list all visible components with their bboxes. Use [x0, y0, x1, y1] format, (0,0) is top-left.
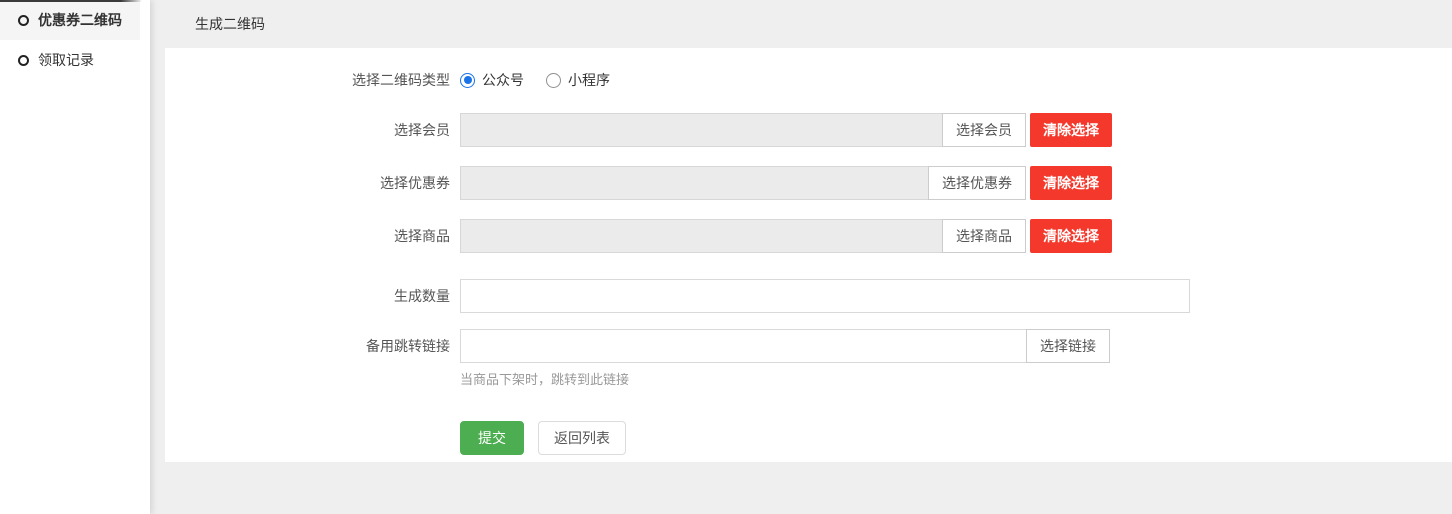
sidebar-item-coupon-qrcode[interactable]: 优惠券二维码 — [0, 0, 140, 40]
qr-type-radio-group: 公众号 小程序 — [460, 70, 632, 90]
radio-label: 公众号 — [482, 70, 524, 90]
radio-official-account[interactable]: 公众号 — [460, 70, 524, 90]
member-input — [460, 113, 943, 147]
member-label: 选择会员 — [165, 120, 460, 140]
form-card: 选择二维码类型 公众号 小程序 选择会员 选择会员 清除选择 — [165, 48, 1452, 462]
product-input — [460, 219, 943, 253]
select-coupon-button[interactable]: 选择优惠券 — [928, 166, 1026, 200]
fallback-link-hint: 当商品下架时，跳转到此链接 — [460, 369, 1452, 388]
select-product-button[interactable]: 选择商品 — [942, 219, 1026, 253]
sidebar-item-claim-records[interactable]: 领取记录 — [0, 40, 150, 80]
circle-icon — [18, 55, 29, 66]
submit-button[interactable]: 提交 — [460, 421, 524, 455]
row-select-coupon: 选择优惠券 选择优惠券 清除选择 — [165, 166, 1452, 200]
sidebar: 优惠券二维码 领取记录 — [0, 0, 150, 514]
qr-type-label: 选择二维码类型 — [165, 70, 460, 90]
row-fallback-link: 备用跳转链接 选择链接 — [165, 329, 1452, 363]
coupon-input — [460, 166, 929, 200]
clear-member-button[interactable]: 清除选择 — [1030, 113, 1112, 147]
row-actions: 提交 返回列表 — [460, 421, 1452, 455]
select-member-button[interactable]: 选择会员 — [942, 113, 1026, 147]
circle-icon — [18, 15, 29, 26]
clear-coupon-button[interactable]: 清除选择 — [1030, 166, 1112, 200]
row-select-product: 选择商品 选择商品 清除选择 — [165, 219, 1452, 253]
back-to-list-button[interactable]: 返回列表 — [538, 421, 626, 455]
radio-label: 小程序 — [568, 70, 610, 90]
page-title: 生成二维码 — [150, 0, 1452, 48]
sidebar-top-border — [0, 0, 142, 2]
fallback-link-label: 备用跳转链接 — [165, 336, 460, 356]
clear-product-button[interactable]: 清除选择 — [1030, 219, 1112, 253]
row-select-member: 选择会员 选择会员 清除选择 — [165, 113, 1452, 147]
radio-icon[interactable] — [460, 73, 475, 88]
product-label: 选择商品 — [165, 226, 460, 246]
sidebar-item-label: 领取记录 — [38, 50, 94, 70]
fallback-link-input[interactable] — [460, 329, 1027, 363]
row-quantity: 生成数量 — [165, 279, 1452, 313]
quantity-input[interactable] — [460, 279, 1190, 313]
row-qr-type: 选择二维码类型 公众号 小程序 — [165, 70, 1452, 90]
select-link-button[interactable]: 选择链接 — [1026, 329, 1110, 363]
quantity-label: 生成数量 — [165, 286, 460, 306]
coupon-label: 选择优惠券 — [165, 173, 460, 193]
sidebar-item-label: 优惠券二维码 — [38, 10, 122, 30]
main-content: 生成二维码 选择二维码类型 公众号 小程序 选择会员 选择会员 清 — [150, 0, 1452, 514]
radio-icon[interactable] — [546, 73, 561, 88]
radio-mini-program[interactable]: 小程序 — [546, 70, 610, 90]
